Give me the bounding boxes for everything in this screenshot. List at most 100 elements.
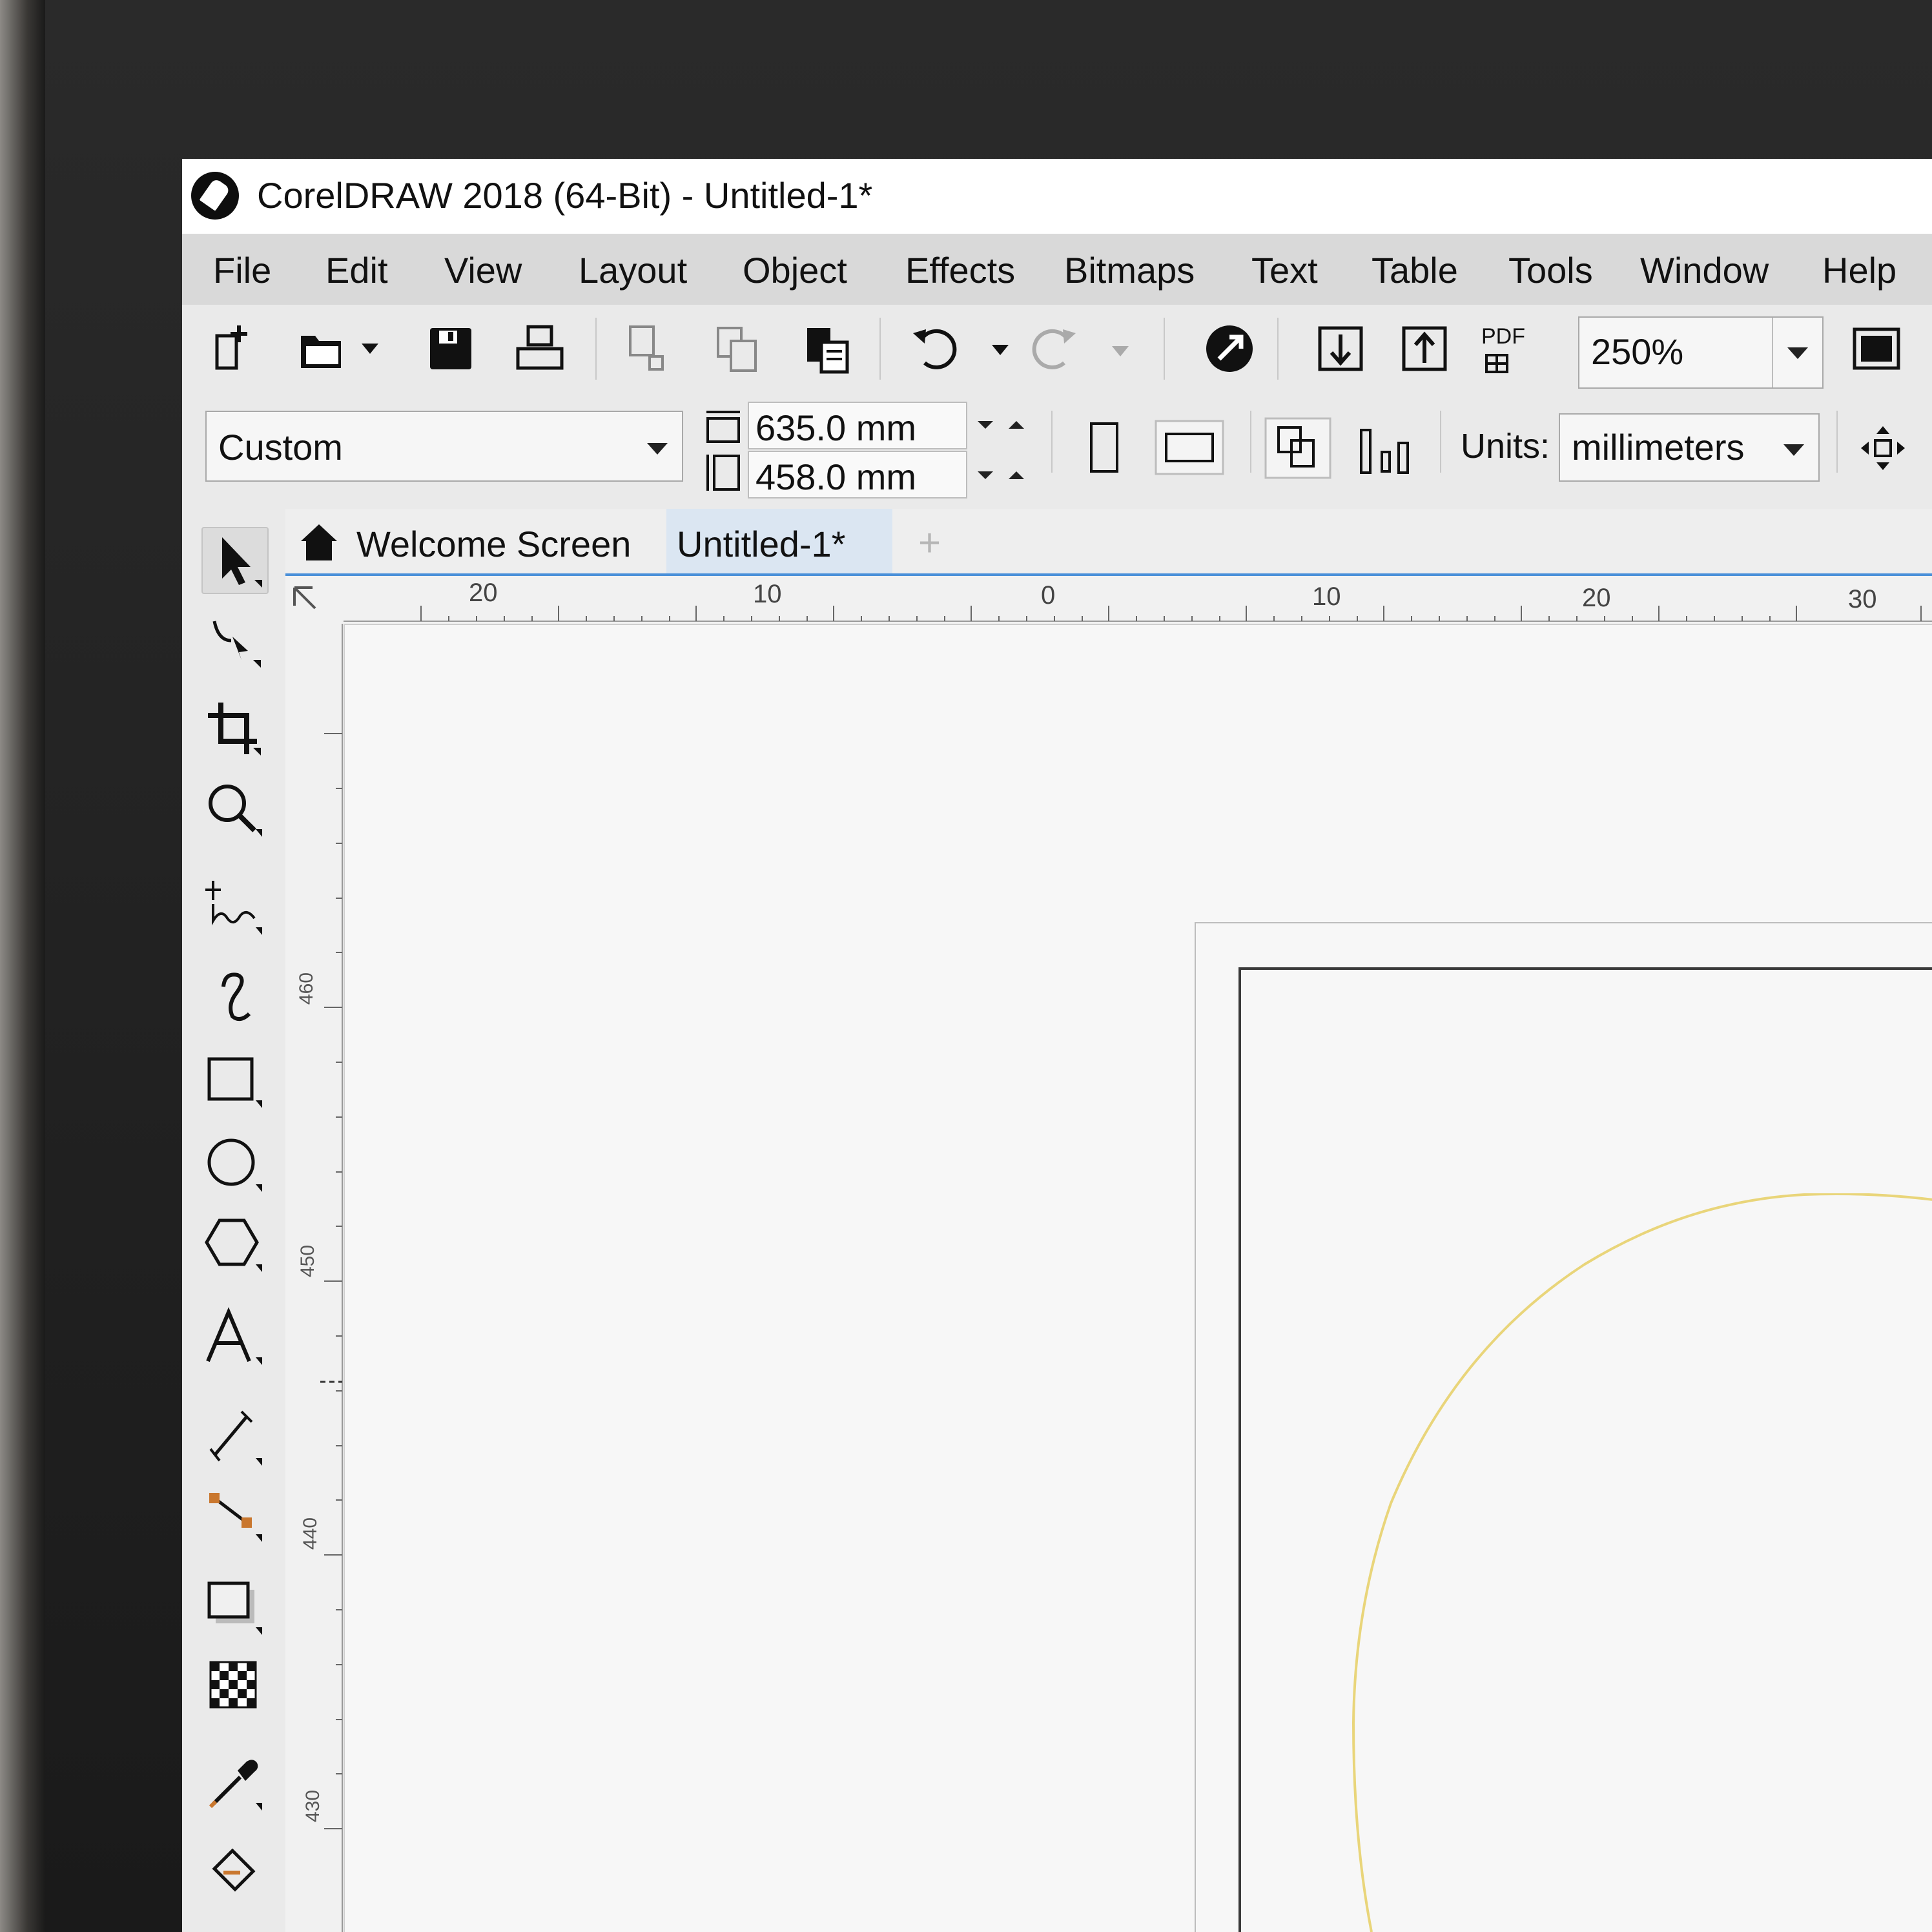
new-document-icon[interactable] xyxy=(211,323,262,375)
paste-icon[interactable] xyxy=(802,323,854,375)
print-icon[interactable] xyxy=(514,323,566,375)
toolbar-separator xyxy=(595,318,597,380)
eyedropper-icon[interactable] xyxy=(201,1751,266,1816)
undo-icon[interactable] xyxy=(909,323,961,375)
tab-untitled-1[interactable]: Untitled-1* xyxy=(666,509,892,573)
menu-file[interactable]: File xyxy=(213,249,271,291)
open-dropdown-icon[interactable] xyxy=(360,341,380,356)
save-icon[interactable] xyxy=(425,323,477,375)
ruler-label: 450 xyxy=(297,1244,318,1277)
import-icon[interactable] xyxy=(1315,323,1366,375)
text-tool-icon[interactable] xyxy=(201,1306,266,1370)
toolbar-separator xyxy=(1277,318,1279,380)
portrait-orientation-icon[interactable] xyxy=(1086,420,1122,475)
pdf-settings-icon xyxy=(1485,354,1508,373)
units-label: Units: xyxy=(1461,427,1550,466)
export-icon[interactable] xyxy=(1399,323,1450,375)
menu-tools[interactable]: Tools xyxy=(1508,249,1593,291)
redo-icon[interactable] xyxy=(1028,323,1080,375)
dimension-spinners[interactable] xyxy=(969,402,1033,498)
ruler-label: 440 xyxy=(300,1517,321,1550)
monitor-edge xyxy=(0,0,45,1932)
copy-icon[interactable] xyxy=(714,323,766,375)
home-icon[interactable] xyxy=(298,522,340,563)
landscape-orientation-icon[interactable] xyxy=(1155,420,1224,475)
menu-text[interactable]: Text xyxy=(1251,249,1318,291)
rectangle-tool-icon[interactable] xyxy=(201,1049,266,1113)
horizontal-ruler[interactable]: 20 10 0 10 20 30 xyxy=(285,576,1932,625)
menu-layout[interactable]: Layout xyxy=(579,249,687,291)
property-bar: Custom 635.0 mm 458.0 mm Units: millimet… xyxy=(182,394,1932,510)
chevron-down-icon xyxy=(1787,347,1808,359)
page-width-value: 635.0 mm xyxy=(755,407,916,448)
units-value: millimeters xyxy=(1572,427,1745,468)
shape-tool-icon[interactable] xyxy=(201,608,266,673)
toolbar-separator xyxy=(1164,318,1165,380)
publish-pdf-icon[interactable]: PDF xyxy=(1481,324,1525,349)
menu-bitmaps[interactable]: Bitmaps xyxy=(1064,249,1195,291)
width-decrease-icon[interactable] xyxy=(978,421,993,429)
document-tab-bar: Welcome Screen Untitled-1* + xyxy=(285,509,1932,576)
ruler-label: 430 xyxy=(302,1789,324,1822)
page-size-select[interactable]: Custom xyxy=(205,411,683,482)
ruler-origin-icon[interactable] xyxy=(289,582,334,619)
menu-effects[interactable]: Effects xyxy=(905,249,1015,291)
title-bar: CorelDRAW 2018 (64-Bit) - Untitled-1* xyxy=(182,159,1932,234)
height-decrease-icon[interactable] xyxy=(978,471,993,479)
new-tab-button[interactable]: + xyxy=(918,520,941,565)
redo-dropdown-icon[interactable] xyxy=(1111,344,1130,359)
drawing-canvas[interactable] xyxy=(345,625,1932,1932)
ruler-ticks xyxy=(320,624,343,1932)
polygon-tool-icon[interactable] xyxy=(201,1213,266,1277)
chevron-down-icon xyxy=(647,443,668,455)
all-pages-icon[interactable] xyxy=(1264,417,1331,479)
interactive-fill-icon[interactable] xyxy=(201,1836,266,1901)
menu-table[interactable]: Table xyxy=(1372,249,1458,291)
zoom-level-select[interactable]: 250% xyxy=(1578,316,1824,389)
corel-connect-icon[interactable] xyxy=(1204,323,1255,375)
transparency-icon[interactable] xyxy=(201,1653,266,1718)
cut-icon[interactable] xyxy=(624,323,675,375)
open-folder-icon[interactable] xyxy=(296,323,347,375)
menu-edit[interactable]: Edit xyxy=(325,249,388,291)
crop-tool-icon[interactable] xyxy=(201,696,266,761)
full-screen-icon[interactable] xyxy=(1851,323,1902,375)
width-increase-icon[interactable] xyxy=(1009,421,1024,429)
undo-dropdown-icon[interactable] xyxy=(991,342,1010,358)
page-height-input[interactable]: 458.0 mm xyxy=(748,451,967,498)
zoom-tool-icon[interactable] xyxy=(201,777,266,842)
ruler-label: 20 xyxy=(469,579,498,607)
nudge-distance-icon[interactable] xyxy=(1858,424,1907,473)
ruler-label: 460 xyxy=(296,972,317,1005)
tab-welcome-screen[interactable]: Welcome Screen xyxy=(356,523,631,565)
artistic-media-icon[interactable] xyxy=(201,963,266,1028)
vertical-ruler[interactable]: 460 450 440 430 xyxy=(285,624,345,1932)
page-width-input[interactable]: 635.0 mm xyxy=(748,402,967,449)
coreldraw-window: CorelDRAW 2018 (64-Bit) - Untitled-1* Fi… xyxy=(182,159,1932,1932)
menu-view[interactable]: View xyxy=(444,249,522,291)
page-size-value: Custom xyxy=(218,427,343,468)
connector-tool-icon[interactable] xyxy=(201,1483,266,1547)
page-height-icon xyxy=(706,455,740,491)
menu-bar: File Edit View Layout Object Effects Bit… xyxy=(182,234,1932,305)
menu-help[interactable]: Help xyxy=(1822,249,1896,291)
parallel-dimension-icon[interactable] xyxy=(201,1406,266,1471)
pick-tool-icon[interactable] xyxy=(201,527,269,594)
toolbar-separator xyxy=(879,318,881,380)
ellipse-tool-icon[interactable] xyxy=(201,1133,266,1197)
tab-untitled-1-label: Untitled-1* xyxy=(677,524,846,564)
ruler-label: 0 xyxy=(1041,581,1056,610)
window-title: CorelDRAW 2018 (64-Bit) - Untitled-1* xyxy=(257,175,873,216)
toolbar-separator xyxy=(1836,411,1838,473)
freehand-tool-icon[interactable] xyxy=(201,876,266,940)
units-select[interactable]: millimeters xyxy=(1559,413,1820,482)
page-width-icon xyxy=(706,411,740,443)
zoom-dropdown-button[interactable] xyxy=(1772,318,1822,387)
height-increase-icon[interactable] xyxy=(1009,471,1024,479)
page-height-value: 458.0 mm xyxy=(755,457,916,497)
menu-object[interactable]: Object xyxy=(743,249,847,291)
circle-object[interactable] xyxy=(1352,1193,1932,1932)
menu-window[interactable]: Window xyxy=(1640,249,1769,291)
current-page-icon[interactable] xyxy=(1356,417,1418,479)
drop-shadow-icon[interactable] xyxy=(201,1576,266,1640)
